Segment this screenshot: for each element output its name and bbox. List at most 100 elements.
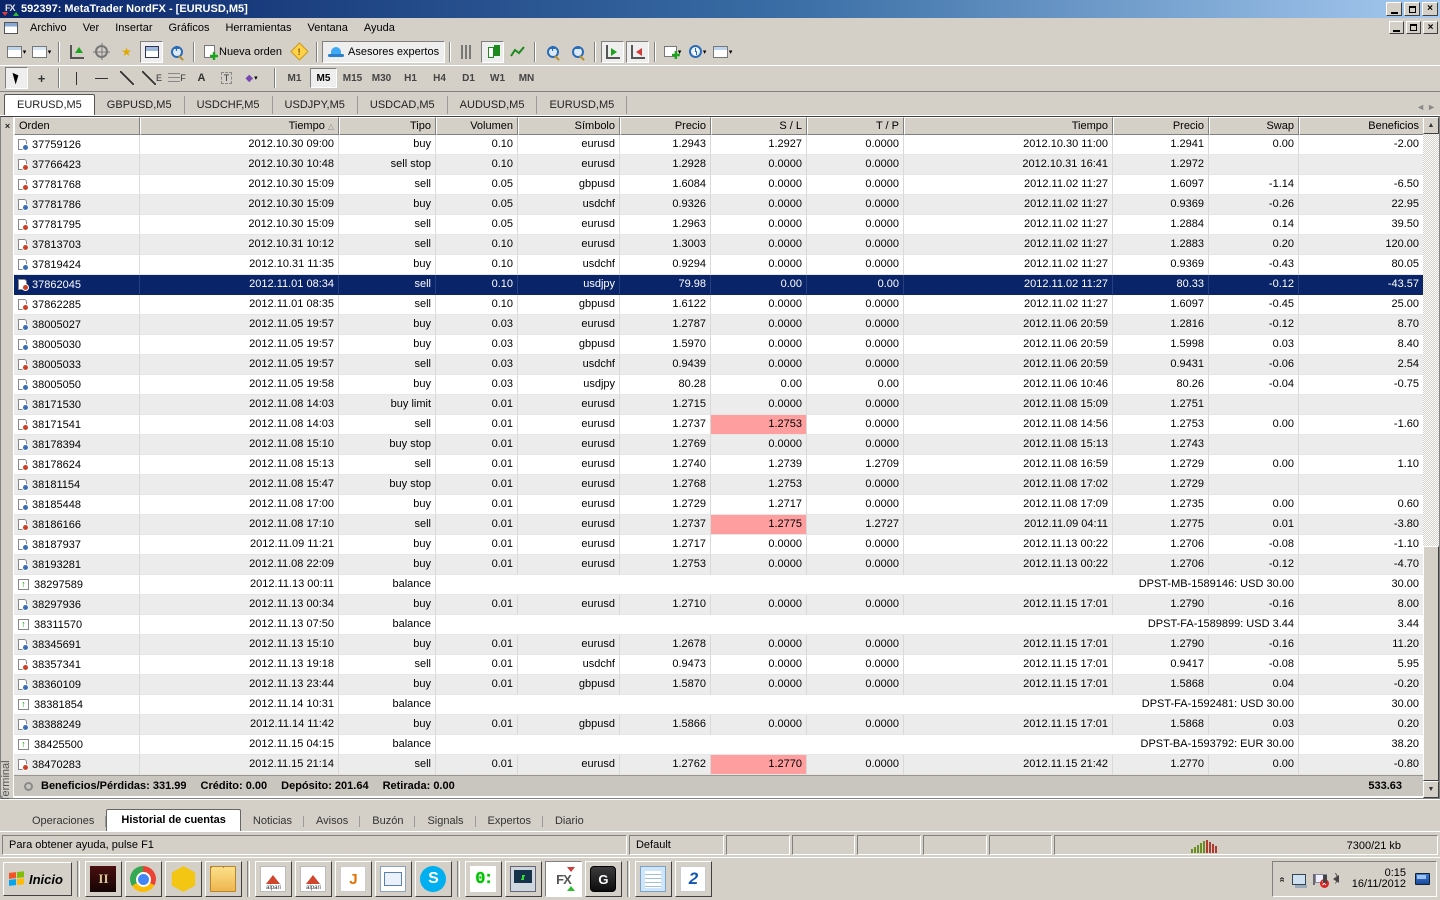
col-header-s-l-6[interactable]: S / L <box>711 117 807 135</box>
terminal-button[interactable] <box>140 41 163 63</box>
menu-archivo[interactable]: Archivo <box>22 20 75 36</box>
history-row[interactable]: 378137032012.10.31 10:12sell0.10eurusd1.… <box>14 235 1424 255</box>
child-restore-button[interactable] <box>1406 21 1421 34</box>
market-watch-button[interactable] <box>65 41 88 63</box>
terminal-tab-noticias[interactable]: Noticias <box>241 812 304 831</box>
history-row[interactable]: 380050272012.11.05 19:57buy0.03eurusd1.2… <box>14 315 1424 335</box>
history-row[interactable]: 383573412012.11.13 19:18sell0.01usdchf0.… <box>14 655 1424 675</box>
arrows-button[interactable]: ◆▾ <box>240 67 263 89</box>
history-row[interactable]: 380050302012.11.05 19:57buy0.03gbpusd1.5… <box>14 335 1424 355</box>
history-row[interactable]: 381783942012.11.08 15:10buy stop0.01euru… <box>14 435 1424 455</box>
history-row[interactable]: ↑382975892012.11.13 00:11balanceDPST-MB-… <box>14 575 1424 595</box>
scroll-up-icon[interactable]: ▲ <box>1423 117 1439 134</box>
history-row[interactable]: 381861662012.11.08 17:10sell0.01eurusd1.… <box>14 515 1424 535</box>
chart-tab-usdcad-m5-4[interactable]: USDCAD,M5 <box>358 96 448 114</box>
terminal-tab-signals[interactable]: Signals <box>415 812 475 831</box>
taskbar-button-lineage[interactable]: II <box>85 861 122 897</box>
col-header-tiempo-8[interactable]: Tiempo <box>904 117 1113 135</box>
new-order-button[interactable]: Nueva orden <box>199 41 287 63</box>
chart-tab-usdchf-m5-2[interactable]: USDCHF,M5 <box>185 96 273 114</box>
timeframe-m15[interactable]: M15 <box>339 68 366 88</box>
col-header-precio-5[interactable]: Precio <box>620 117 711 135</box>
history-row[interactable]: 381786242012.11.08 15:13sell0.01eurusd1.… <box>14 455 1424 475</box>
horizontal-line-button[interactable] <box>90 67 113 89</box>
volume-icon[interactable] <box>1333 875 1339 883</box>
history-row[interactable]: 377664232012.10.30 10:48sell stop0.10eur… <box>14 155 1424 175</box>
line-chart-button[interactable] <box>506 41 529 63</box>
menu-ventana[interactable]: Ventana <box>300 20 356 36</box>
chart-tab-eurusd-m5-6[interactable]: EURUSD,M5 <box>537 96 627 114</box>
menu-gr-ficos[interactable]: Gráficos <box>161 20 218 36</box>
zoom-out-button[interactable] <box>566 41 589 63</box>
history-row[interactable]: 378622852012.11.01 08:35sell0.10gbpusd1.… <box>14 295 1424 315</box>
history-row[interactable]: ↑383115702012.11.13 07:50balanceDPST-FA-… <box>14 615 1424 635</box>
new-chart-button[interactable]: ▾ <box>5 41 28 63</box>
taskbar-button-monitor-chart[interactable] <box>505 861 542 897</box>
taskbar-button-g-key[interactable]: G <box>585 861 622 897</box>
terminal-tab-avisos[interactable]: Avisos <box>304 812 360 831</box>
timeframe-h4[interactable]: H4 <box>426 68 453 88</box>
cursor-button[interactable] <box>5 67 28 89</box>
status-profile[interactable]: Default <box>629 835 724 855</box>
history-row[interactable]: 380050332012.11.05 19:57sell0.03usdchf0.… <box>14 355 1424 375</box>
text-label-button[interactable]: T <box>215 67 238 89</box>
crosshair-button[interactable]: + <box>30 67 53 89</box>
history-row[interactable]: 384702832012.11.15 21:14sell0.01eurusd1.… <box>14 755 1424 775</box>
minimize-button[interactable] <box>1386 2 1402 16</box>
candlestick-button[interactable] <box>481 41 504 63</box>
vertical-scrollbar[interactable]: ▲ ▼ <box>1423 117 1439 798</box>
history-row[interactable]: 381811542012.11.08 15:47buy stop0.01euru… <box>14 475 1424 495</box>
history-row[interactable]: 380050502012.11.05 19:58buy0.03usdjpy80.… <box>14 375 1424 395</box>
col-header-beneficios-11[interactable]: Beneficios <box>1299 117 1424 135</box>
taskbar-button-metatrader[interactable]: FX <box>545 861 582 897</box>
col-header-volumen-3[interactable]: Volumen <box>436 117 518 135</box>
fibonacci-button[interactable]: F <box>165 67 188 89</box>
display-settings-icon[interactable] <box>1415 873 1430 885</box>
start-button[interactable]: Inicio <box>3 862 72 896</box>
restore-button[interactable] <box>1404 2 1420 16</box>
auto-scroll-button[interactable] <box>601 41 624 63</box>
history-row[interactable]: 382979362012.11.13 00:34buy0.01eurusd1.2… <box>14 595 1424 615</box>
vertical-line-button[interactable] <box>65 67 88 89</box>
chart-tab-audusd-m5-5[interactable]: AUDUSD,M5 <box>448 96 538 114</box>
text-button[interactable]: A <box>190 67 213 89</box>
history-row[interactable]: 378194242012.10.31 11:35buy0.10usdchf0.9… <box>14 255 1424 275</box>
terminal-tab-historial-de-cuentas[interactable]: Historial de cuentas <box>106 809 241 831</box>
col-header-s-mbolo-4[interactable]: Símbolo <box>518 117 620 135</box>
menu-insertar[interactable]: Insertar <box>107 20 160 36</box>
timeframe-h1[interactable]: H1 <box>397 68 424 88</box>
taskbar-button-alpari[interactable]: alpari <box>255 861 292 897</box>
child-minimize-button[interactable] <box>1389 21 1404 34</box>
menu-herramientas[interactable]: Herramientas <box>217 20 299 36</box>
taskbar-button-chrome[interactable] <box>125 861 162 897</box>
taskbar-button-mail[interactable] <box>375 861 412 897</box>
close-button[interactable]: × <box>1422 2 1438 16</box>
timeframe-m30[interactable]: M30 <box>368 68 395 88</box>
history-row[interactable]: 381879372012.11.09 11:21buy0.01eurusd1.2… <box>14 535 1424 555</box>
navigator-button[interactable]: ★ <box>115 41 138 63</box>
history-row[interactable]: 377591262012.10.30 09:00buy0.10eurusd1.2… <box>14 135 1424 155</box>
taskbar-button-hex-game[interactable] <box>165 861 202 897</box>
network-connection-icon[interactable] <box>1292 874 1306 885</box>
col-header-t-p-7[interactable]: T / P <box>807 117 904 135</box>
chart-tab-usdjpy-m5-3[interactable]: USDJPY,M5 <box>273 96 358 114</box>
terminal-tab-operaciones[interactable]: Operaciones <box>20 812 106 831</box>
child-close-button[interactable]: × <box>1423 21 1438 34</box>
menu-ayuda[interactable]: Ayuda <box>356 20 403 36</box>
timeframe-mn[interactable]: MN <box>513 68 540 88</box>
history-row[interactable]: 383601092012.11.13 23:44buy0.01gbpusd1.5… <box>14 675 1424 695</box>
history-row[interactable]: 378620452012.11.01 08:34sell0.10usdjpy79… <box>14 275 1424 295</box>
templates-button[interactable]: ▾ <box>711 41 734 63</box>
history-row[interactable]: 381715302012.11.08 14:03buy limit0.01eur… <box>14 395 1424 415</box>
history-row[interactable]: 383882492012.11.14 11:42buy0.01gbpusd1.5… <box>14 715 1424 735</box>
history-row[interactable]: ↑384255002012.11.15 04:15balanceDPST-BA-… <box>14 735 1424 755</box>
scroll-down-icon[interactable]: ▼ <box>1423 781 1439 798</box>
col-header-tipo-2[interactable]: Tipo <box>339 117 436 135</box>
timeframe-m5[interactable]: M5 <box>310 68 337 88</box>
taskbar-button-skype[interactable]: S <box>415 861 452 897</box>
timeframe-m1[interactable]: M1 <box>281 68 308 88</box>
tab-scroll-right-icon[interactable]: ► <box>1427 102 1436 112</box>
tray-collapse-icon[interactable]: « <box>1276 876 1287 882</box>
expert-advisors-toggle[interactable]: Asesores expertos <box>322 41 445 63</box>
timeframe-d1[interactable]: D1 <box>455 68 482 88</box>
